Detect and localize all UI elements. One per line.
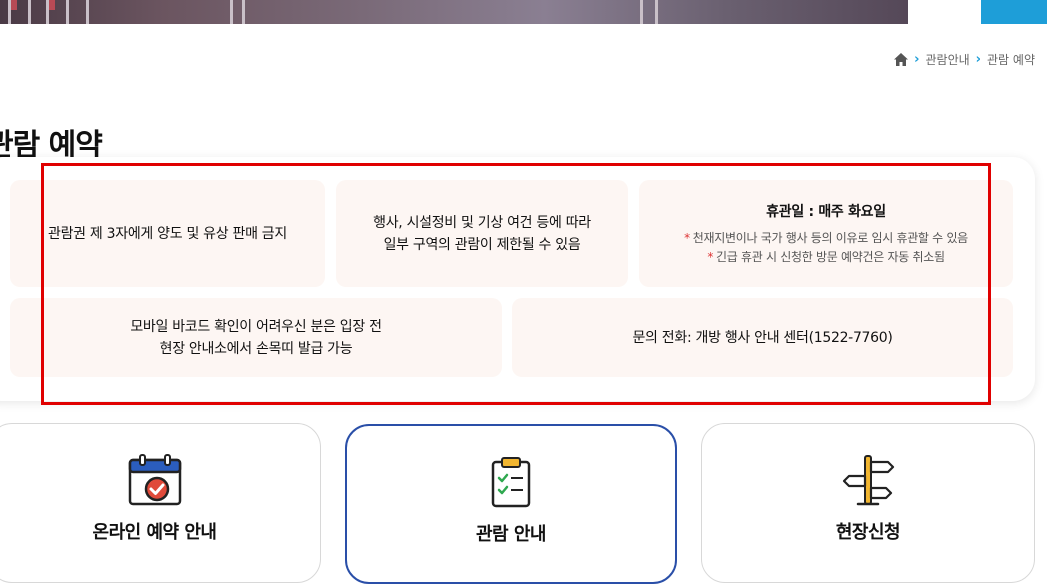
nav-card-label: 온라인 예약 안내 (92, 522, 217, 543)
notice-text: 일부 구역의 관람이 제한될 수 있음 (383, 236, 581, 253)
notice-text: 문의 전화: 개방 행사 안내 센터(1522-7760) (632, 329, 893, 346)
banner-pole (242, 0, 245, 24)
breadcrumb: › 관람안내 › 관람 예약 (894, 51, 1035, 68)
notice-text: 행사, 시설정비 및 기상 여건 등에 따라 (373, 214, 591, 231)
breadcrumb-item-guide[interactable]: 관람안내 (925, 51, 969, 68)
breadcrumb-item-reservation[interactable]: 관람 예약 (987, 51, 1035, 68)
notice-card-barcode: 모바일 바코드 확인이 어려우신 분은 입장 전 현장 안내소에서 손목띠 발급… (10, 298, 502, 377)
nav-card-label: 관람 안내 (475, 524, 547, 545)
notice-text: 현장 안내소에서 손목띠 발급 가능 (159, 340, 353, 357)
banner-flag (49, 0, 55, 10)
asterisk-mark: * (707, 249, 714, 264)
nav-card-label: 현장신청 (835, 522, 901, 543)
chevron-right-icon: › (975, 52, 982, 67)
banner-pole (86, 0, 89, 24)
notice-heading: 휴관일 : 매주 화요일 (766, 203, 886, 220)
nav-card-visit-guide[interactable]: 관람 안내 (345, 424, 677, 584)
banner-flag (11, 0, 17, 10)
notice-subtext-2: 긴급 휴관 시 신청한 방문 예약건은 자동 취소됨 (716, 249, 945, 264)
banner-pole (655, 0, 658, 24)
clipboard-checklist-icon (489, 456, 533, 508)
home-icon[interactable] (894, 53, 909, 66)
banner-pole (28, 0, 31, 24)
banner-pole (640, 0, 643, 24)
notice-card-contact: 문의 전화: 개방 행사 안내 센터(1522-7760) (512, 298, 1013, 377)
signpost-icon (840, 454, 896, 506)
notice-subtext: * 천재지변이나 국가 행사 등의 이유로 임시 휴관할 수 있음 (684, 229, 968, 248)
notice-card-resale: 관람권 제 3자에게 양도 및 유상 판매 금지 (10, 180, 325, 287)
banner-pole (66, 0, 69, 24)
calendar-check-icon (128, 454, 182, 506)
banner-pole (230, 0, 233, 24)
top-banner-image (0, 0, 908, 24)
notice-card-closed-day: 휴관일 : 매주 화요일 * 천재지변이나 국가 행사 등의 이유로 임시 휴관할… (639, 180, 1013, 287)
notice-text: 관람권 제 3자에게 양도 및 유상 판매 금지 (48, 225, 287, 242)
nav-card-onsite-application[interactable]: 현장신청 (701, 423, 1035, 583)
chevron-right-icon: › (914, 52, 920, 67)
notice-card-restriction: 행사, 시설정비 및 기상 여건 등에 따라 일부 구역의 관람이 제한될 수 … (336, 180, 628, 287)
nav-card-online-reservation[interactable]: 온라인 예약 안내 (0, 423, 321, 583)
notice-text: 모바일 바코드 확인이 어려우신 분은 입장 전 (130, 318, 382, 335)
asterisk-mark: * (684, 230, 690, 245)
banner-accent-button[interactable] (981, 0, 1047, 24)
notice-subtext: * 긴급 휴관 시 신청한 방문 예약건은 자동 취소됨 (707, 248, 945, 267)
notice-subtext-1: 천재지변이나 국가 행사 등의 이유로 임시 휴관할 수 있음 (692, 230, 968, 245)
